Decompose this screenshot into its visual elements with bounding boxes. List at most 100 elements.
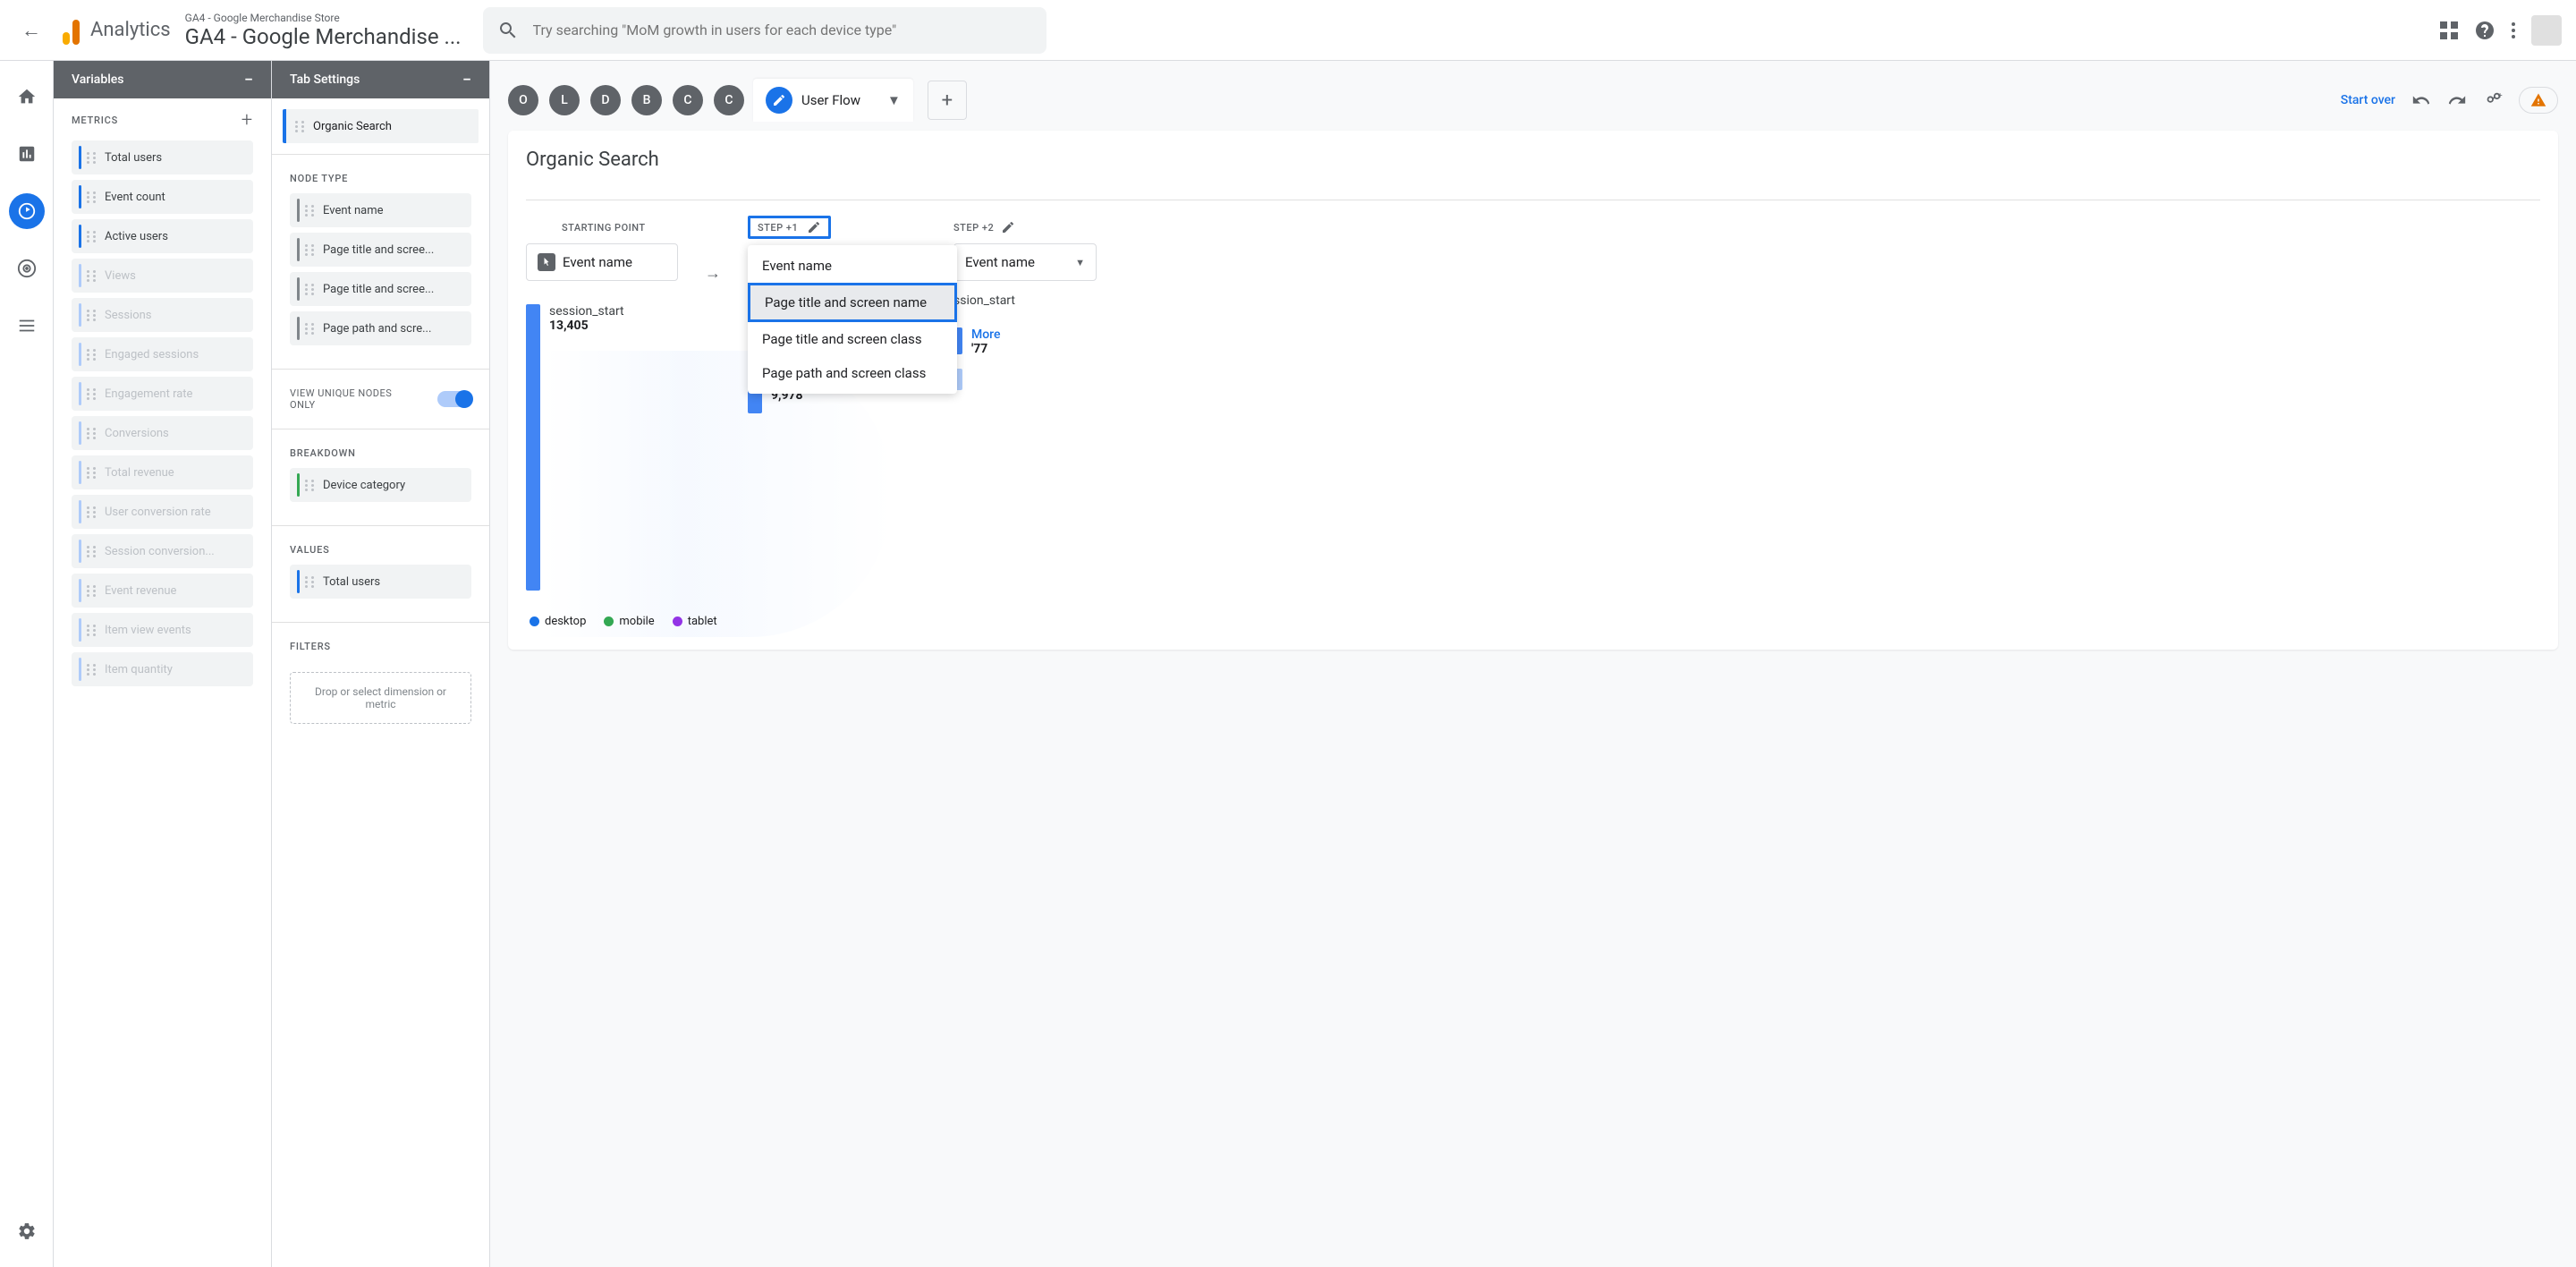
tab-circle[interactable]: C <box>673 85 703 115</box>
help-icon[interactable] <box>2474 20 2496 41</box>
drag-handle-icon <box>87 388 97 400</box>
unique-toggle-row: VIEW UNIQUE NODES ONLY <box>272 377 489 421</box>
technique-chip[interactable]: Organic Search <box>283 109 479 143</box>
metric-chip[interactable]: Engaged sessions <box>72 337 253 371</box>
nodetype-chip[interactable]: Page path and scre... <box>290 311 471 345</box>
legend-item: desktop <box>530 615 586 628</box>
nav-configure-icon[interactable] <box>9 308 45 344</box>
variables-panel: Variables − METRICS + Total users Event c… <box>54 61 272 1267</box>
more-icon[interactable] <box>2512 22 2515 38</box>
step1-column: STEP +1 Event name Page title and screen… <box>748 218 927 591</box>
nodetype-dropdown: Event name Page title and screen name Pa… <box>748 245 957 394</box>
drag-handle-icon <box>87 152 97 164</box>
step1-label: STEP +1 <box>748 218 927 236</box>
tabsettings-panel: Tab Settings − Organic Search NODE TYPE … <box>272 61 490 1267</box>
undo-icon[interactable] <box>2411 90 2431 110</box>
logo-area[interactable]: Analytics <box>63 16 171 45</box>
drag-handle-icon <box>87 467 97 479</box>
variables-title: Variables <box>72 72 123 87</box>
warning-badge[interactable] <box>2519 87 2558 114</box>
search-icon <box>497 20 519 41</box>
step2-label: STEP +2 <box>953 218 1088 236</box>
analytics-logo-icon <box>63 16 80 45</box>
property-name-small: GA4 - Google Merchandise Store <box>185 12 462 24</box>
metric-chip[interactable]: Event count <box>72 180 253 214</box>
metric-chip[interactable]: User conversion rate <box>72 495 253 529</box>
tab-circle[interactable]: L <box>549 85 580 115</box>
drag-handle-icon <box>305 323 316 335</box>
metrics-label: METRICS + <box>72 109 253 132</box>
drag-handle-icon <box>87 546 97 557</box>
values-chip[interactable]: Total users <box>290 565 471 599</box>
values-section: VALUES Total users <box>272 533 489 615</box>
viz-title: Organic Search <box>526 149 2540 171</box>
drag-handle-icon <box>305 284 316 295</box>
add-metric-icon[interactable]: + <box>242 109 253 132</box>
pencil-icon[interactable] <box>1001 220 1015 234</box>
dropdown-item[interactable]: Page title and screen class <box>748 322 957 356</box>
add-tab-button[interactable]: + <box>928 81 967 120</box>
drag-handle-icon <box>87 191 97 203</box>
nav-explore-icon[interactable] <box>9 193 45 229</box>
metric-chip[interactable]: Active users <box>72 219 253 253</box>
dropdown-item[interactable]: Event name <box>748 249 957 283</box>
drag-handle-icon <box>87 270 97 282</box>
avatar[interactable] <box>2531 15 2562 46</box>
drag-handle-icon <box>87 310 97 321</box>
nav-home-icon[interactable] <box>9 79 45 115</box>
metric-chip[interactable]: Sessions <box>72 298 253 332</box>
metric-chip[interactable]: Event revenue <box>72 574 253 608</box>
drag-handle-icon <box>295 121 306 132</box>
metric-chip[interactable]: Item quantity <box>72 652 253 686</box>
nav-advertising-icon[interactable] <box>9 251 45 286</box>
node-label: session_start <box>549 304 624 319</box>
filter-dropzone[interactable]: Drop or select dimension or metric <box>290 672 471 724</box>
tab-circle[interactable]: D <box>590 85 621 115</box>
metric-chip[interactable]: Total revenue <box>72 455 253 489</box>
start-selector[interactable]: Event name <box>526 243 678 281</box>
flow-bar[interactable] <box>526 304 540 591</box>
start-over-button[interactable]: Start over <box>2341 93 2395 107</box>
property-selector[interactable]: GA4 - Google Merchandise Store GA4 - Goo… <box>185 12 462 49</box>
apps-icon[interactable] <box>2440 21 2458 39</box>
chevron-down-icon[interactable]: ▼ <box>887 92 901 108</box>
canvas-area: OLDBCC User Flow ▼ + Start over + Organi… <box>490 61 2576 1267</box>
share-icon[interactable]: + <box>2483 90 2503 110</box>
breakdown-label: BREAKDOWN <box>290 447 471 459</box>
dropdown-item[interactable]: Page path and screen class <box>748 356 957 390</box>
pencil-icon[interactable] <box>807 220 821 234</box>
dropdown-item[interactable]: Page title and screen name <box>748 283 957 322</box>
active-tab[interactable]: User Flow ▼ <box>753 79 913 122</box>
redo-icon[interactable] <box>2447 90 2467 110</box>
metric-chip[interactable]: Session conversion... <box>72 534 253 568</box>
tab-circle[interactable]: O <box>508 85 538 115</box>
nav-reports-icon[interactable] <box>9 136 45 172</box>
chevron-down-icon: ▼ <box>1075 257 1085 268</box>
collapse-icon[interactable]: − <box>462 71 471 89</box>
metric-chip[interactable]: Item view events <box>72 613 253 647</box>
metric-chip[interactable]: Total users <box>72 140 253 174</box>
viz-card: Organic Search STARTING POINT Event name <box>508 131 2558 650</box>
nodetype-chip[interactable]: Page title and scree... <box>290 233 471 267</box>
unique-toggle[interactable] <box>437 391 471 407</box>
nav-settings-icon[interactable] <box>9 1213 45 1249</box>
drag-handle-icon <box>87 231 97 242</box>
nodetype-chip[interactable]: Page title and scree... <box>290 272 471 306</box>
collapse-icon[interactable]: − <box>244 71 253 89</box>
metric-chip[interactable]: Conversions <box>72 416 253 450</box>
node-label[interactable]: More <box>971 327 1001 342</box>
metrics-section: METRICS + Total users Event count Active u… <box>54 98 271 702</box>
tab-circle[interactable]: C <box>714 85 744 115</box>
back-icon[interactable]: ← <box>14 12 48 49</box>
drag-handle-icon <box>87 585 97 597</box>
starting-column: STARTING POINT Event name session_start … <box>526 218 678 591</box>
search-input[interactable] <box>533 21 1032 38</box>
metric-chip[interactable]: Engagement rate <box>72 377 253 411</box>
metric-chip[interactable]: Views <box>72 259 253 293</box>
nodetype-chip[interactable]: Event name <box>290 193 471 227</box>
step2-selector[interactable]: Event name ▼ <box>953 243 1097 281</box>
breakdown-chip[interactable]: Device category <box>290 468 471 502</box>
tabsettings-title: Tab Settings <box>290 72 360 87</box>
search-box[interactable] <box>483 7 1046 54</box>
tab-circle[interactable]: B <box>631 85 662 115</box>
